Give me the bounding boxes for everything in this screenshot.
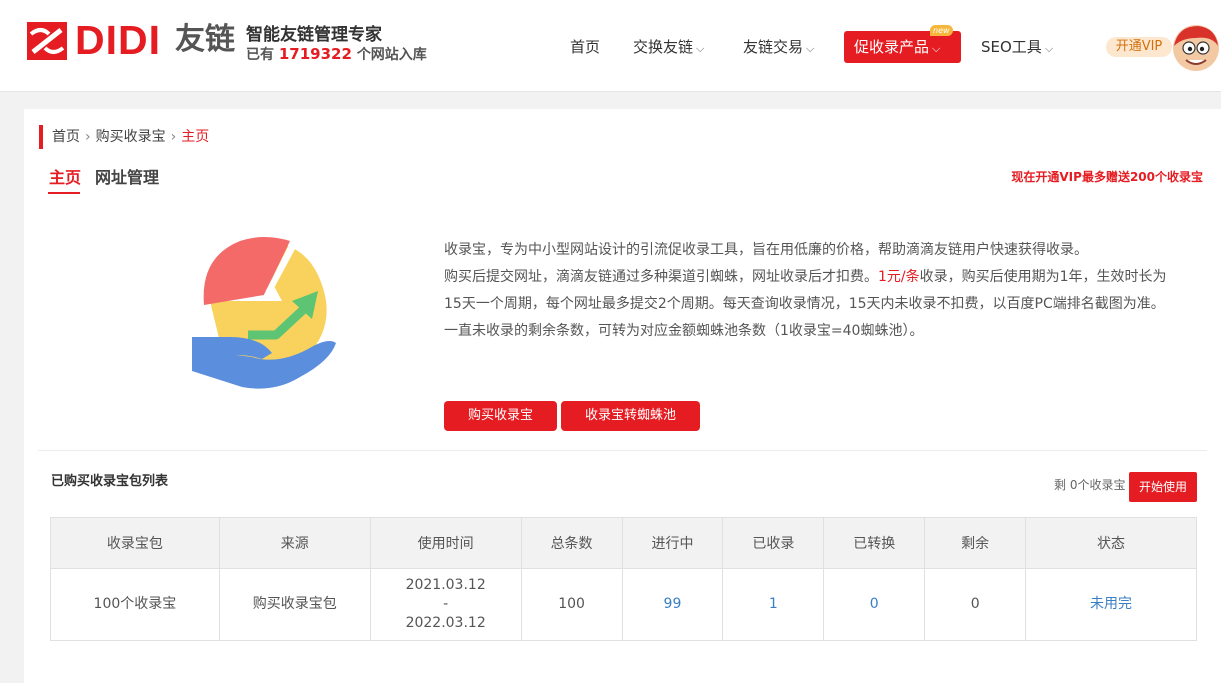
nav-trade[interactable]: 友链交易 ⌵ (743, 31, 814, 63)
avatar[interactable] (1172, 24, 1220, 72)
start-using-button[interactable]: 开始使用 (1129, 472, 1197, 502)
nav-home[interactable]: 首页 (570, 31, 600, 63)
convert-to-spider-pool-button[interactable]: 收录宝转蜘蛛池 (561, 401, 700, 431)
col-source: 来源 (218, 517, 371, 569)
chevron-down-icon: ⌵ (696, 42, 705, 55)
didi-logo-icon[interactable] (27, 22, 67, 60)
breadcrumb-marker (39, 125, 43, 149)
breadcrumb-home[interactable]: 首页 (52, 129, 80, 145)
logo-cn[interactable]: 友链 (175, 20, 235, 60)
desc-line-2-pre: 购买后提交网址，滴滴友链通过多种渠道引蜘蛛，网址收录后才扣费。 (444, 269, 878, 285)
time-end: 2022.03.12 (405, 615, 486, 631)
nav-promo-label: 促收录产品 (854, 38, 930, 56)
col-total: 总条数 (520, 517, 623, 569)
cell-total: 100 (520, 568, 623, 641)
time-separator: - (443, 596, 449, 612)
new-badge: new (930, 25, 953, 36)
col-indexed: 已收录 (722, 517, 825, 569)
vip-promo-text[interactable]: 现在开通VIP最多赠送200个收录宝 (1011, 169, 1203, 185)
nav-exchange[interactable]: 交换友链 ⌵ (633, 31, 704, 63)
slogan: 智能友链管理专家 (246, 25, 382, 45)
nav-trade-label: 友链交易 (743, 38, 804, 56)
package-list-title: 已购买收录宝包列表 (51, 474, 169, 489)
chevron-down-icon: ⌵ (806, 42, 815, 55)
nav-seo[interactable]: SEO工具 ⌵ (981, 31, 1053, 63)
cell-status-link[interactable]: 未用完 (1025, 568, 1197, 641)
main-card: 首页 › 购买收录宝 › 主页 主页 网址管理 现在开通VIP最多赠送200个收录宝 收… (24, 109, 1221, 683)
col-status: 状态 (1025, 517, 1197, 569)
cell-in-progress-link[interactable]: 99 (621, 568, 724, 641)
tab-active-indicator (48, 192, 80, 194)
cell-indexed-link[interactable]: 1 (722, 568, 825, 641)
time-start: 2021.03.12 (405, 577, 486, 593)
stats-prefix: 已有 (246, 47, 274, 63)
package-table: 收录宝包 来源 使用时间 总条数 进行中 已收录 已转换 剩余 状态 100个收… (50, 517, 1197, 641)
logo-text[interactable]: DIDI (75, 16, 161, 64)
table-row: 100个收录宝 购买收录宝包 2021.03.12 - 2022.03.12 1… (50, 568, 1197, 641)
nav-home-label: 首页 (570, 38, 601, 56)
price-highlight: 1元/条 (878, 269, 920, 285)
col-usage-time: 使用时间 (369, 517, 522, 569)
breadcrumb-separator: › (85, 129, 91, 145)
col-remaining: 剩余 (924, 517, 1027, 569)
cell-usage-time: 2021.03.12 - 2022.03.12 (369, 568, 522, 641)
breadcrumb-buy[interactable]: 购买收录宝 (96, 129, 166, 145)
tab-home[interactable]: 主页 (49, 167, 81, 189)
breadcrumb: 首页 › 购买收录宝 › 主页 (52, 127, 209, 147)
stats-suffix: 个网站入库 (356, 47, 427, 63)
product-description: 收录宝，专为中小型网站设计的引流促收录工具，旨在用低廉的价格，帮助滴滴友链用户快… (444, 237, 1169, 345)
site-stats: 已有 1719322 个网站入库 (246, 45, 427, 64)
desc-line-2: 购买后提交网址，滴滴友链通过多种渠道引蜘蛛，网址收录后才扣费。1元/条收录，购买… (444, 264, 1169, 318)
cell-remaining: 0 (924, 568, 1027, 641)
stats-count: 1719322 (278, 45, 352, 63)
shoulubao-illustration-icon (192, 237, 336, 389)
tab-url-management[interactable]: 网址管理 (95, 167, 159, 189)
chevron-down-icon: ⌵ (1044, 42, 1054, 55)
table-header-row: 收录宝包 来源 使用时间 总条数 进行中 已收录 已转换 剩余 状态 (50, 517, 1197, 569)
chevron-down-icon: ⌵ (932, 42, 941, 55)
site-header: DIDI 友链 智能友链管理专家 已有 1719322 个网站入库 首页 交换友… (0, 0, 1221, 92)
cell-source: 购买收录宝包 (218, 568, 371, 641)
col-in-progress: 进行中 (621, 517, 724, 569)
nav-exchange-label: 交换友链 (633, 38, 694, 56)
breadcrumb-separator: › (170, 129, 177, 145)
col-converted: 已转换 (823, 517, 926, 569)
remaining-count: 剩 0个收录宝 (1054, 478, 1126, 492)
desc-line-3: 一直未收录的剩余条数，可转为对应金额蜘蛛池条数（1收录宝=40蜘蛛池）。 (444, 323, 924, 339)
cell-package: 100个收录宝 (50, 568, 220, 641)
buy-shoulubao-button[interactable]: 购买收录宝 (444, 401, 557, 431)
col-package: 收录宝包 (50, 517, 220, 569)
vip-button[interactable]: 开通VIP (1106, 37, 1172, 57)
desc-line-1: 收录宝，专为中小型网站设计的引流促收录工具，旨在用低廉的价格，帮助滴滴友链用户快… (444, 242, 1088, 258)
nav-seo-label: SEO工具 (981, 38, 1042, 56)
section-divider (38, 450, 1207, 451)
cell-converted-link[interactable]: 0 (823, 568, 926, 641)
breadcrumb-current: 主页 (181, 129, 210, 145)
